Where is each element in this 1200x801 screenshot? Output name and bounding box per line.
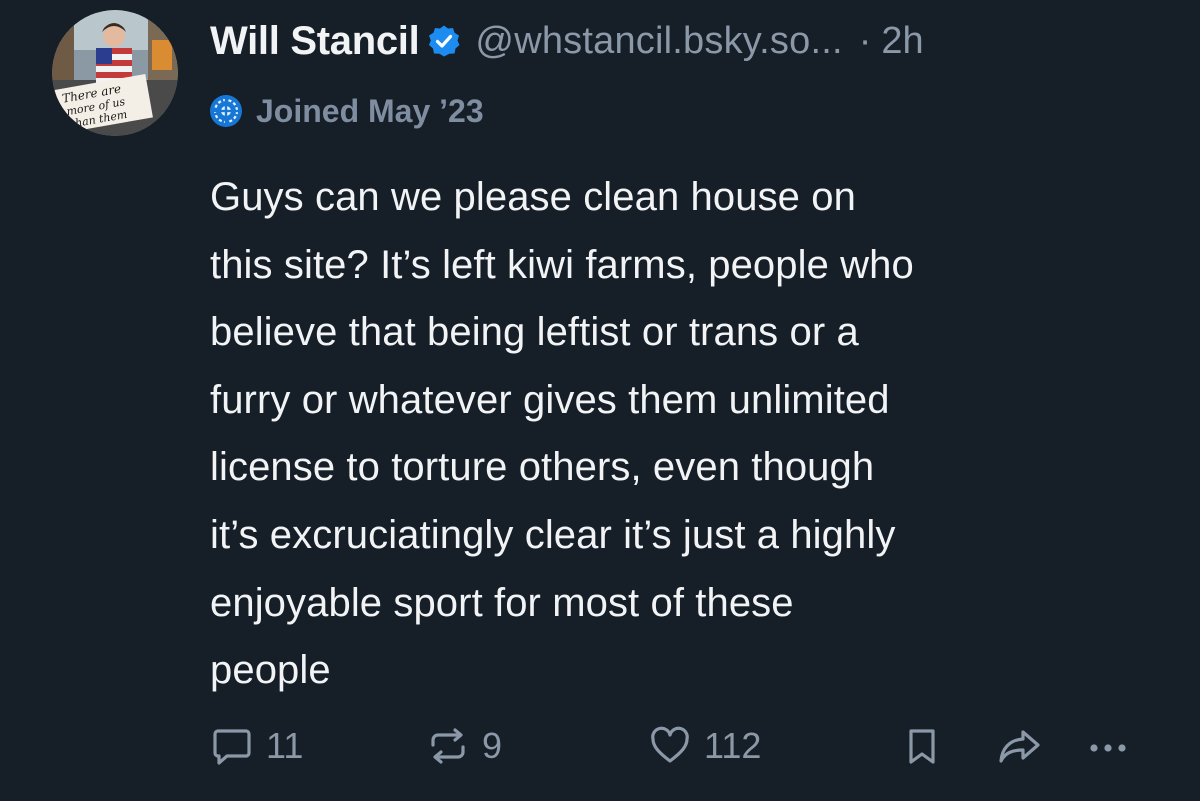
post-text-line: people [210,648,331,693]
joined-date: Joined May ’23 [256,92,484,129]
reply-count: 11 [266,725,304,766]
share-icon [999,730,1040,763]
post-text-line: it’s excruciatingly clear it’s just a hi… [210,512,896,557]
post-header: Will Stancil @whstancil.bsky.so... · 2h [210,14,924,68]
reply-icon [213,729,251,765]
more-options-button[interactable] [1084,718,1140,774]
post: There are more of us than them Will Stan… [0,0,1200,801]
post-text: Guys can we please clean house on this s… [210,164,1170,705]
display-name[interactable]: Will Stancil [210,19,420,64]
post-text-line: this site? It’s left kiwi farms, people … [210,242,914,287]
handle[interactable]: @whstancil.bsky.so... [475,20,842,63]
timestamp[interactable]: 2h [881,20,923,63]
post-text-line: Guys can we please clean house on [210,175,856,219]
like-icon [651,726,689,763]
share-button[interactable] [996,718,1044,774]
reply-button[interactable]: 11 [210,718,303,774]
post-actions: 11 9 112 [0,718,1200,774]
more-icon [1090,744,1126,752]
like-button[interactable]: 112 [648,718,761,774]
bookmark-button[interactable] [900,718,944,774]
repost-button[interactable]: 9 [426,718,502,774]
repost-icon [431,728,465,764]
post-text-line: enjoyable sport for most of these [210,580,794,625]
verified-badge-icon[interactable] [427,24,461,58]
avatar[interactable]: There are more of us than them [52,10,178,136]
post-text-line: furry or whatever gives them unlimited [210,377,890,422]
separator-dot: · [858,19,872,62]
avatar-image: There are more of us than them [52,10,178,136]
bookmark-icon [909,729,935,764]
like-count: 112 [704,725,762,766]
new-account-icon [210,95,242,127]
post-text-line: license to torture others, even though [210,445,875,490]
post-text-line: believe that being leftist or trans or a [210,310,859,355]
repost-count: 9 [482,725,503,766]
joined-info: Joined May ’23 [208,90,484,132]
